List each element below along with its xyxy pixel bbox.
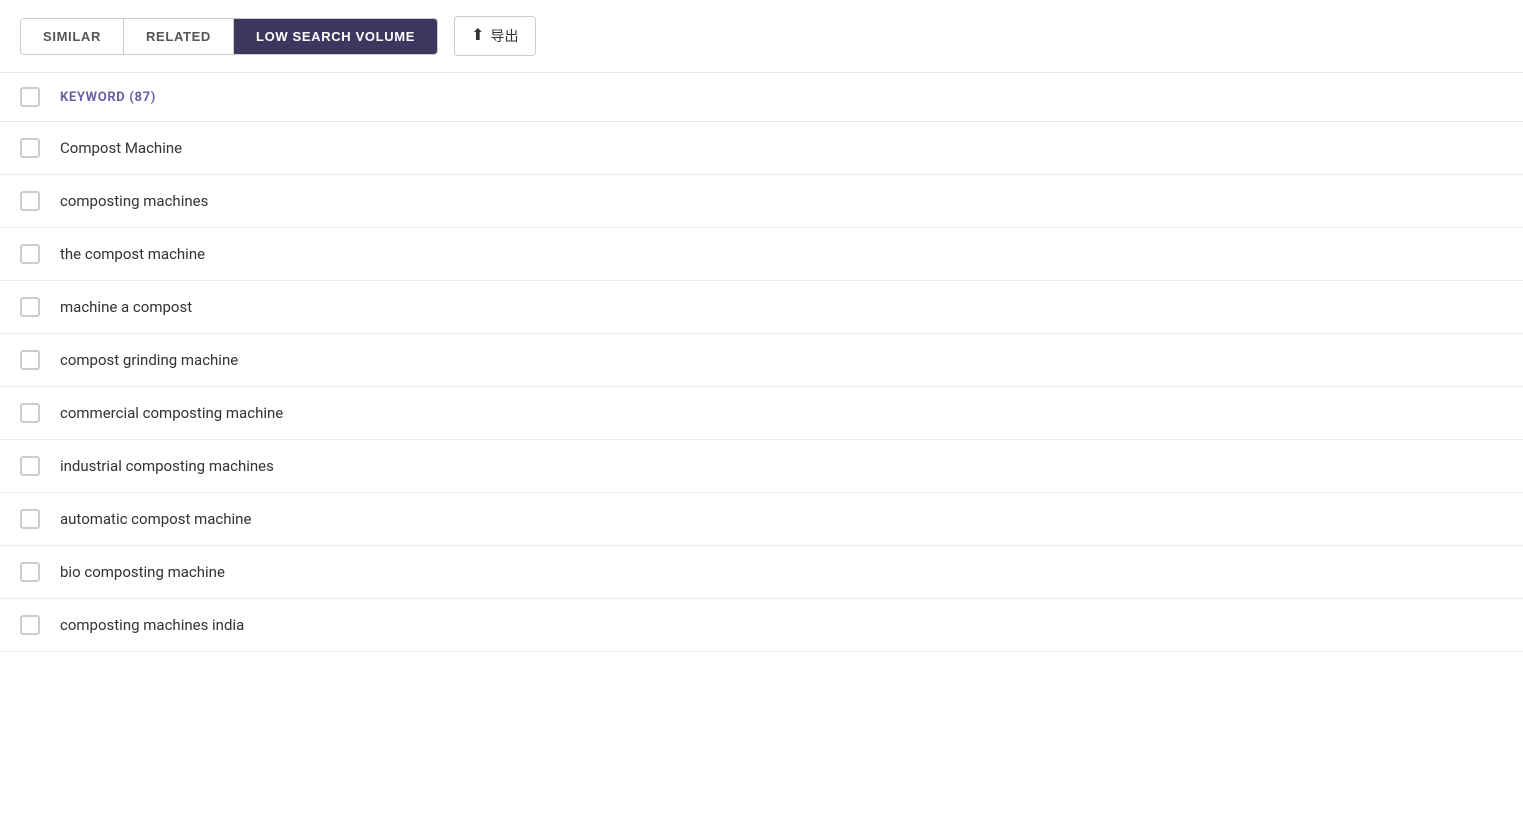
keyword-text: bio composting machine [60,563,225,581]
keyword-text: Compost Machine [60,139,182,157]
tab-group: SIMILAR RELATED LOW SEARCH VOLUME [20,18,438,55]
table-row[interactable]: automatic compost machine [0,493,1523,546]
keyword-rows: Compost Machine composting machines the co… [0,122,1523,652]
keyword-text: commercial composting machine [60,404,283,422]
row-checkbox[interactable] [20,615,40,635]
row-checkbox[interactable] [20,456,40,476]
table-row[interactable]: industrial composting machines [0,440,1523,493]
row-checkbox[interactable] [20,297,40,317]
tab-low-search-volume[interactable]: LOW SEARCH VOLUME [234,19,437,54]
export-label: 导出 [491,26,519,46]
select-all-checkbox[interactable] [20,87,40,107]
keyword-text: the compost machine [60,245,205,263]
row-checkbox[interactable] [20,562,40,582]
table-row[interactable]: composting machines india [0,599,1523,652]
table-row[interactable]: machine a compost [0,281,1523,334]
table-row[interactable]: commercial composting machine [0,387,1523,440]
tab-related[interactable]: RELATED [124,19,234,54]
row-checkbox[interactable] [20,138,40,158]
keyword-text: automatic compost machine [60,510,251,528]
row-checkbox[interactable] [20,244,40,264]
table-row[interactable]: composting machines [0,175,1523,228]
upload-icon: ⬆ [471,28,484,44]
table-row[interactable]: bio composting machine [0,546,1523,599]
row-checkbox[interactable] [20,403,40,423]
keyword-table: KEYWORD (87) Compost Machine composting m… [0,73,1523,652]
export-button[interactable]: ⬆ 导出 [454,16,535,56]
row-checkbox[interactable] [20,350,40,370]
keyword-text: industrial composting machines [60,457,274,475]
keyword-text: composting machines india [60,616,244,634]
tab-similar[interactable]: SIMILAR [21,19,124,54]
keyword-text: machine a compost [60,298,192,316]
table-row[interactable]: compost grinding machine [0,334,1523,387]
keyword-text: compost grinding machine [60,351,238,369]
top-bar: SIMILAR RELATED LOW SEARCH VOLUME ⬆ 导出 [0,0,1523,73]
keyword-column-header: KEYWORD (87) [60,90,156,105]
row-checkbox[interactable] [20,191,40,211]
keyword-text: composting machines [60,192,208,210]
table-header: KEYWORD (87) [0,73,1523,122]
table-row[interactable]: Compost Machine [0,122,1523,175]
table-row[interactable]: the compost machine [0,228,1523,281]
row-checkbox[interactable] [20,509,40,529]
